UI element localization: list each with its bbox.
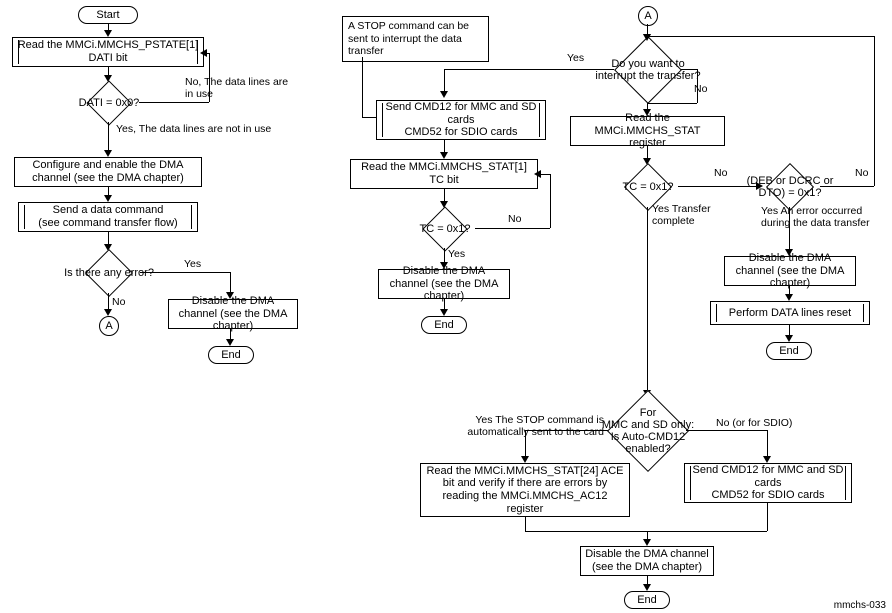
edge [647, 103, 697, 104]
tc-b-no-label: No [714, 167, 727, 179]
end-terminator-2: End [421, 316, 467, 334]
disable-dma-box-2: Disable the DMA channel (see the DMA cha… [378, 269, 510, 299]
config-dma-box: Configure and enable the DMA channel (se… [14, 157, 202, 187]
auto-no-label: No (or for SDIO) [716, 418, 806, 430]
read-ace-box: Read the MMCi.MMCHS_STAT[24] ACE bit and… [420, 463, 630, 517]
err-yes-label: Yes [184, 258, 201, 270]
disable-dma-err-box: Disable the DMA channel (see the DMA cha… [724, 256, 856, 286]
edge [362, 57, 363, 117]
edge [550, 174, 551, 228]
edge [697, 69, 698, 103]
disable-dma-box-1: Disable the DMA channel (see the DMA cha… [168, 299, 298, 329]
send-cmd12-box-b: Send CMD12 for MMC and SD cards CMD52 fo… [684, 463, 852, 503]
disable-dma-final-box: Disable the DMA channel (see the DMA cha… [580, 546, 714, 576]
arrowhead [763, 456, 771, 463]
deb-yes-label: Yes An error occurred during the data tr… [761, 206, 891, 229]
arrowhead [643, 584, 651, 591]
edge [230, 272, 231, 294]
dati-no-label: No, The data lines are in use [185, 77, 295, 100]
arrowhead [785, 335, 793, 342]
dati-decision-text: DATI = 0x0? [64, 97, 154, 109]
edge [525, 517, 526, 531]
arrowhead [104, 195, 112, 202]
deb-decision: (DEB or DCRC or DTO) = 0x1? [766, 163, 814, 211]
read-stat-tc-box: Read the MMCi.MMCHS_STAT[1] TC bit [350, 159, 538, 189]
arrowhead [521, 456, 529, 463]
read-pstate-box: Read the MMCi.MMCHS_PSTATE[1] DATI bit [12, 37, 204, 67]
edge [140, 272, 230, 273]
arrowhead [440, 91, 448, 98]
auto-cmd12-text: For MMC and SD only: Is Auto-CMD12 enabl… [593, 407, 703, 455]
data-reset-box: Perform DATA lines reset [710, 301, 870, 325]
flowchart-canvas: Start Read the MMCi.MMCHS_PSTATE[1] DATI… [0, 0, 892, 613]
send-cmd12-box-a: Send CMD12 for MMC and SD cards CMD52 fo… [376, 100, 546, 140]
arrowhead [226, 339, 234, 346]
deb-decision-text: (DEB or DCRC or DTO) = 0x1? [740, 175, 840, 199]
read-stat-box: Read the MMCi.MMCHS_STAT register [570, 116, 725, 146]
edge [362, 117, 376, 118]
arrowhead [104, 30, 112, 37]
auto-yes-label: Yes The STOP command is automatically se… [454, 415, 604, 438]
connector-a-out: A [99, 316, 119, 336]
end-terminator-final: End [624, 591, 670, 609]
end-terminator-err: End [766, 342, 812, 360]
tc-decision-a-text: TC = 0x1? [405, 223, 485, 235]
edge [525, 531, 767, 532]
tc-a-yes-label: Yes [448, 248, 465, 260]
edge [475, 228, 550, 229]
send-data-cmd-box: Send a data command (see command transfe… [18, 202, 198, 232]
tc-a-no-label: No [508, 213, 521, 225]
deb-no-label: No [855, 167, 868, 179]
dati-yes-label: Yes, The data lines are not in use [116, 123, 271, 135]
arrowhead [643, 34, 651, 41]
edge [139, 102, 209, 103]
edge [820, 186, 874, 187]
edge [874, 36, 875, 186]
figure-id: mmchs-033 [834, 600, 886, 611]
tc-decision-b-text: TC = 0x1? [608, 181, 688, 193]
arrowhead [643, 539, 651, 546]
edge [681, 69, 697, 70]
arrowhead [534, 170, 541, 178]
end-terminator-1: End [208, 346, 254, 364]
interrupt-decision-text: Do you want to interrupt the transfer? [593, 58, 703, 82]
dati-decision: DATI = 0x0? [86, 80, 131, 125]
edge [647, 207, 648, 392]
edge [767, 503, 768, 531]
error-decision: Is there any error? [85, 249, 133, 297]
err-no-label: No [112, 296, 125, 308]
arrowhead [785, 294, 793, 301]
start-terminator: Start [78, 6, 138, 24]
edge [444, 69, 445, 93]
edge [444, 69, 614, 70]
auto-cmd12-decision: For MMC and SD only: Is Auto-CMD12 enabl… [607, 390, 689, 472]
interrupt-yes-label: Yes [567, 52, 584, 64]
edge [767, 430, 768, 458]
arrowhead [440, 152, 448, 159]
arrowhead [104, 150, 112, 157]
error-decision-text: Is there any error? [54, 267, 164, 279]
edge [647, 36, 874, 37]
tc-b-yes-label: Yes Transfer complete [652, 204, 752, 227]
interrupt-decision: Do you want to interrupt the transfer? [614, 36, 682, 104]
edge [108, 122, 109, 152]
edge [789, 207, 790, 251]
tc-decision-a: TC = 0x1? [422, 206, 467, 251]
arrowhead [200, 49, 207, 57]
edge [686, 430, 767, 431]
connector-a-in: A [638, 6, 658, 26]
arrowhead [104, 309, 112, 316]
stop-callout: A STOP command can be sent to interrupt … [342, 16, 489, 62]
arrowhead [440, 309, 448, 316]
